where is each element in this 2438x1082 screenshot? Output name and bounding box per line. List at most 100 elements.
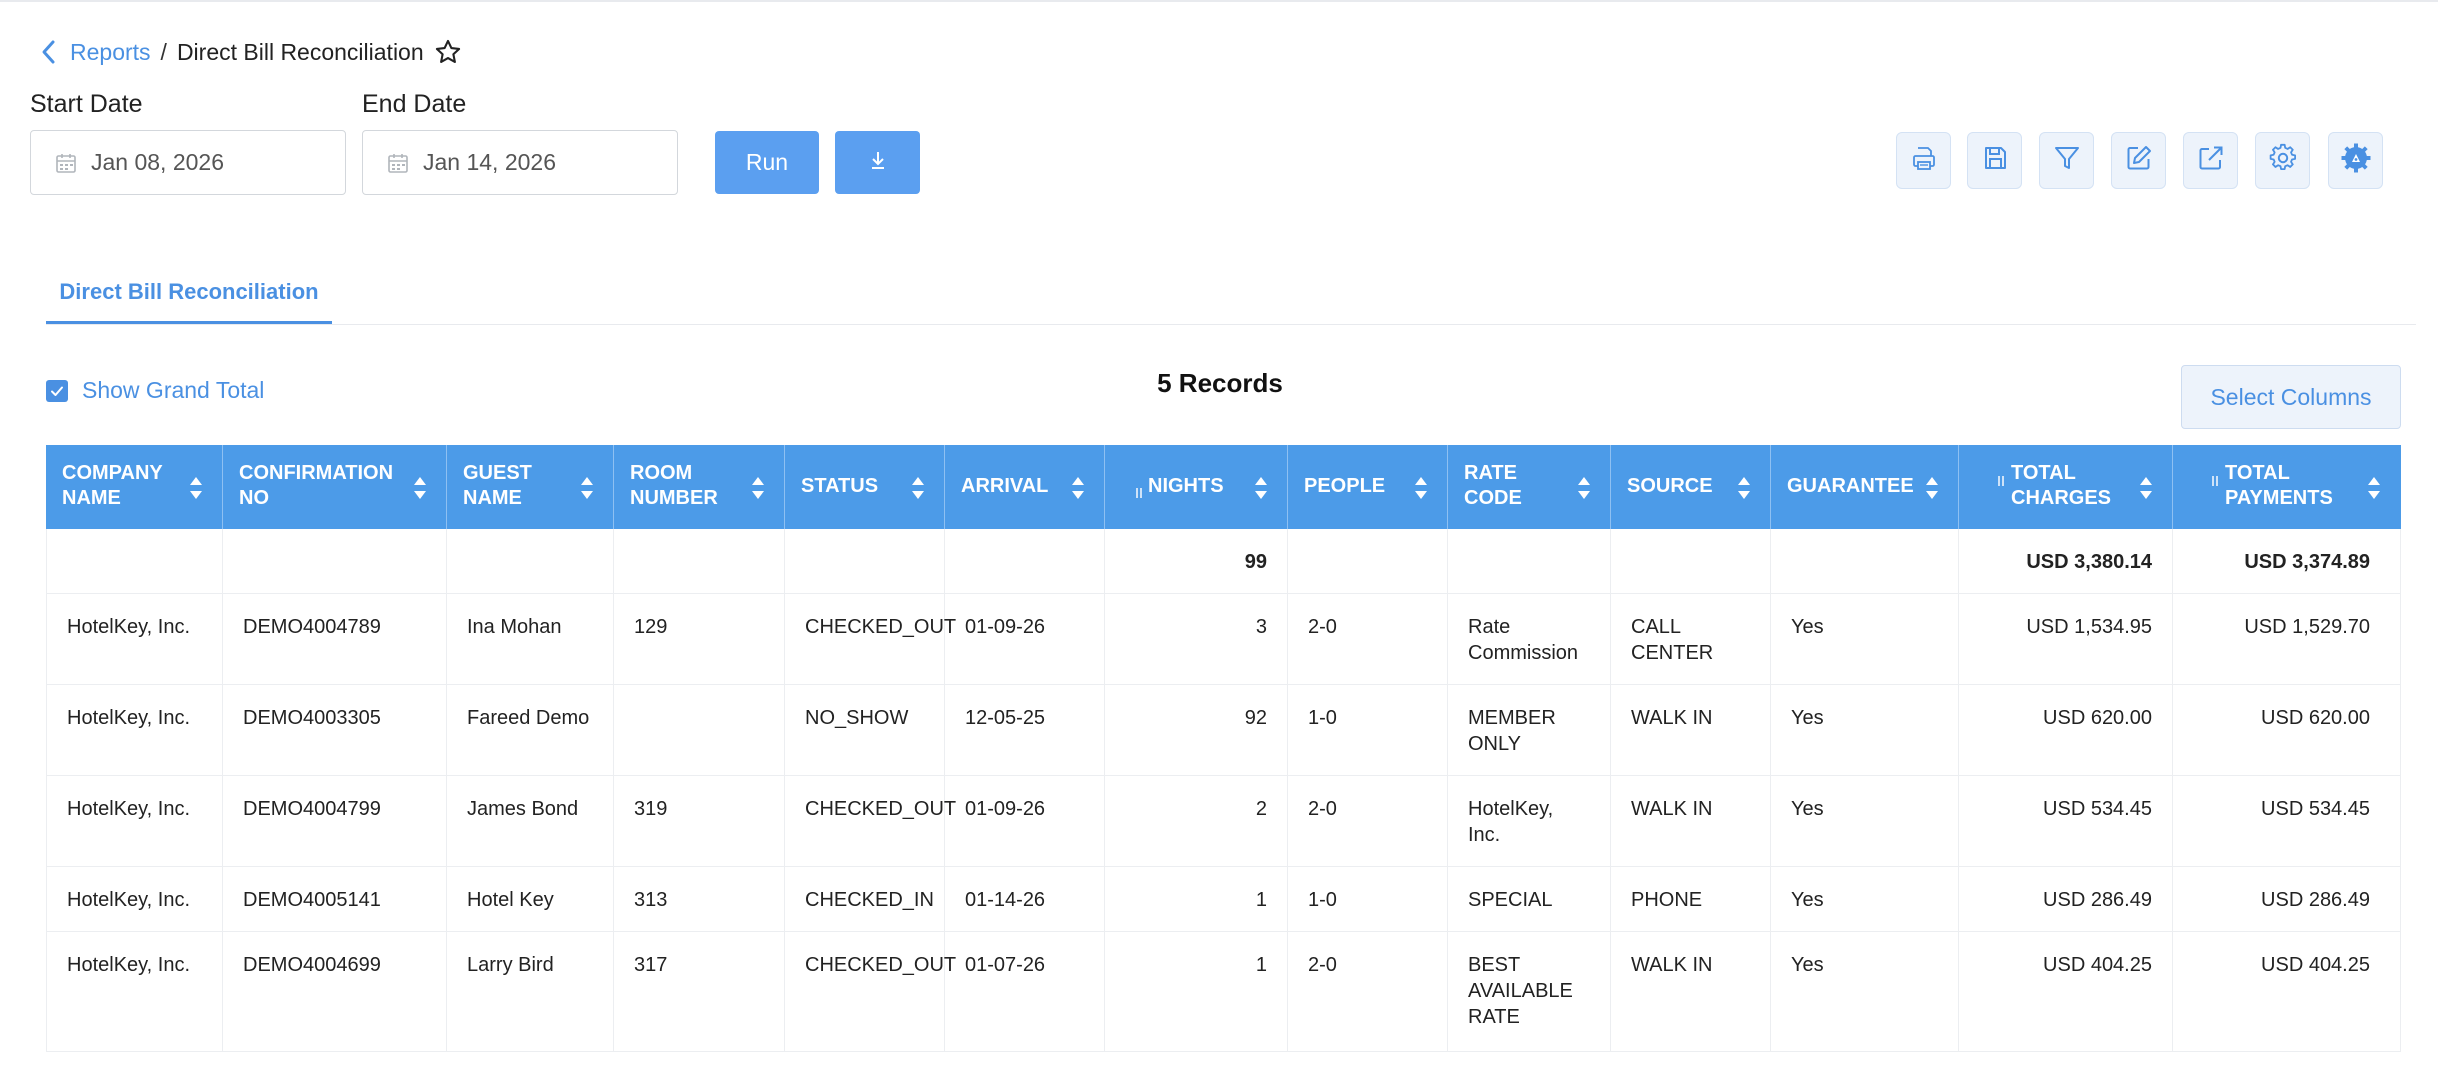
breadcrumb: Reports / Direct Bill Reconciliation	[36, 36, 464, 68]
table-cell: CHECKED_OUT	[785, 594, 956, 684]
sort-icon[interactable]	[2139, 473, 2153, 503]
table-cell: 99	[1105, 529, 1288, 593]
sort-icon[interactable]	[1071, 473, 1085, 503]
table-header: COMPANY NAME CONFIRMATION NO GUEST NAME ROO…	[46, 445, 2401, 529]
sort-icon[interactable]	[189, 473, 203, 503]
table-cell: USD 534.45	[2173, 776, 2401, 866]
column-header[interactable]: ARRIVAL	[945, 445, 1105, 529]
column-resize-handle[interactable]	[1997, 469, 2005, 486]
page-title: Direct Bill Reconciliation	[176, 38, 424, 65]
top-divider	[0, 0, 2438, 2]
save-icon	[1981, 144, 2009, 177]
column-header[interactable]: TOTAL PAYMENTS	[2173, 445, 2401, 529]
star-icon[interactable]	[434, 37, 464, 67]
table-cell: 319	[614, 776, 785, 866]
table-cell: HotelKey, Inc.	[46, 867, 223, 931]
save-button[interactable]	[1967, 132, 2022, 189]
table-cell: 317	[614, 932, 785, 1051]
column-header-label: ROOM NUMBER	[630, 462, 718, 509]
chevron-left-icon[interactable]	[36, 36, 60, 68]
start-date-label: Start Date	[30, 90, 143, 118]
table-cell: USD 286.49	[2173, 867, 2401, 931]
table-cell: SPECIAL	[1448, 867, 1611, 931]
table-cell	[614, 529, 785, 593]
advanced-settings-button[interactable]	[2328, 132, 2383, 189]
external-link-icon	[2196, 143, 2226, 178]
sort-icon[interactable]	[1737, 473, 1751, 503]
table-cell: 2-0	[1288, 594, 1448, 684]
column-resize-handle[interactable]	[2211, 469, 2219, 486]
table-cell: 01-09-26	[945, 776, 1105, 866]
column-header[interactable]: TOTAL CHARGES	[1959, 445, 2173, 529]
open-external-button[interactable]	[2183, 132, 2238, 189]
column-header[interactable]: GUEST NAME	[447, 445, 614, 529]
end-date-label: End Date	[362, 90, 467, 118]
table-cell	[1448, 529, 1611, 593]
table-cell: WALK IN	[1611, 776, 1771, 866]
column-header[interactable]: COMPANY NAME	[46, 445, 223, 529]
table-cell: 2-0	[1288, 932, 1448, 1051]
edit-button[interactable]	[2111, 132, 2166, 189]
table-cell: 01-07-26	[945, 932, 1105, 1051]
table-cell: USD 3,380.14	[1959, 529, 2173, 593]
sort-icon[interactable]	[911, 473, 925, 503]
table-cell: Yes	[1771, 594, 1959, 684]
sort-icon[interactable]	[1577, 473, 1591, 503]
select-columns-button[interactable]: Select Columns	[2181, 365, 2401, 429]
show-grand-total-toggle[interactable]: Show Grand Total	[46, 377, 264, 404]
show-grand-total-label[interactable]: Show Grand Total	[82, 377, 264, 404]
run-button[interactable]: Run	[715, 131, 819, 194]
table-cell: CHECKED_IN	[785, 867, 945, 931]
column-header[interactable]: NIGHTS	[1105, 445, 1288, 529]
column-header[interactable]: PEOPLE	[1288, 445, 1448, 529]
table-cell	[945, 529, 1105, 593]
sort-icon[interactable]	[2367, 473, 2381, 503]
column-header[interactable]: STATUS	[785, 445, 945, 529]
table-cell: USD 286.49	[1959, 867, 2173, 931]
column-header[interactable]: SOURCE	[1611, 445, 1771, 529]
table-cell: HotelKey, Inc.	[46, 932, 223, 1051]
calendar-icon	[55, 152, 77, 174]
sort-icon[interactable]	[1254, 473, 1268, 503]
tab-direct-bill-reconciliation[interactable]: Direct Bill Reconciliation	[46, 262, 332, 324]
table-cell: 313	[614, 867, 785, 931]
table-cell: MEMBER ONLY	[1448, 685, 1611, 775]
end-date-field[interactable]	[362, 130, 678, 195]
sort-icon[interactable]	[580, 473, 594, 503]
sort-icon[interactable]	[751, 473, 765, 503]
print-button[interactable]	[1896, 132, 1951, 189]
start-date-input[interactable]	[91, 149, 321, 176]
checkbox-checked-icon[interactable]	[46, 379, 68, 402]
breadcrumb-reports-link[interactable]: Reports	[70, 39, 151, 66]
download-button[interactable]	[835, 131, 920, 194]
column-header[interactable]: RATE CODE	[1448, 445, 1611, 529]
table-cell: 1-0	[1288, 685, 1448, 775]
end-date-input[interactable]	[423, 149, 653, 176]
table-cell	[785, 529, 945, 593]
table-cell: USD 3,374.89	[2173, 529, 2401, 593]
table-cell: DEMO4004799	[223, 776, 447, 866]
table-cell: DEMO4004789	[223, 594, 447, 684]
table-cell	[1288, 529, 1448, 593]
table-cell	[614, 685, 785, 775]
table-cell: USD 534.45	[1959, 776, 2173, 866]
filter-button[interactable]	[2039, 132, 2094, 189]
sort-icon[interactable]	[1414, 473, 1428, 503]
table-cell: Rate Commission	[1448, 594, 1611, 684]
sort-icon[interactable]	[413, 473, 427, 503]
column-resize-handle[interactable]	[1135, 481, 1143, 498]
column-header[interactable]: ROOM NUMBER	[614, 445, 785, 529]
column-header[interactable]: GUARANTEE	[1771, 445, 1959, 529]
table-cell: 1-0	[1288, 867, 1448, 931]
settings-button[interactable]	[2255, 132, 2310, 189]
table-cell: Fareed Demo	[447, 685, 614, 775]
table-cell: 92	[1105, 685, 1288, 775]
column-header[interactable]: CONFIRMATION NO	[223, 445, 447, 529]
table-cell	[223, 529, 447, 593]
sort-icon[interactable]	[1925, 473, 1939, 503]
column-header-label: CONFIRMATION NO	[239, 462, 394, 509]
start-date-field[interactable]	[30, 130, 346, 195]
table-cell: 01-14-26	[945, 867, 1105, 931]
table-cell: DEMO4005141	[223, 867, 447, 931]
table-cell	[46, 529, 223, 593]
